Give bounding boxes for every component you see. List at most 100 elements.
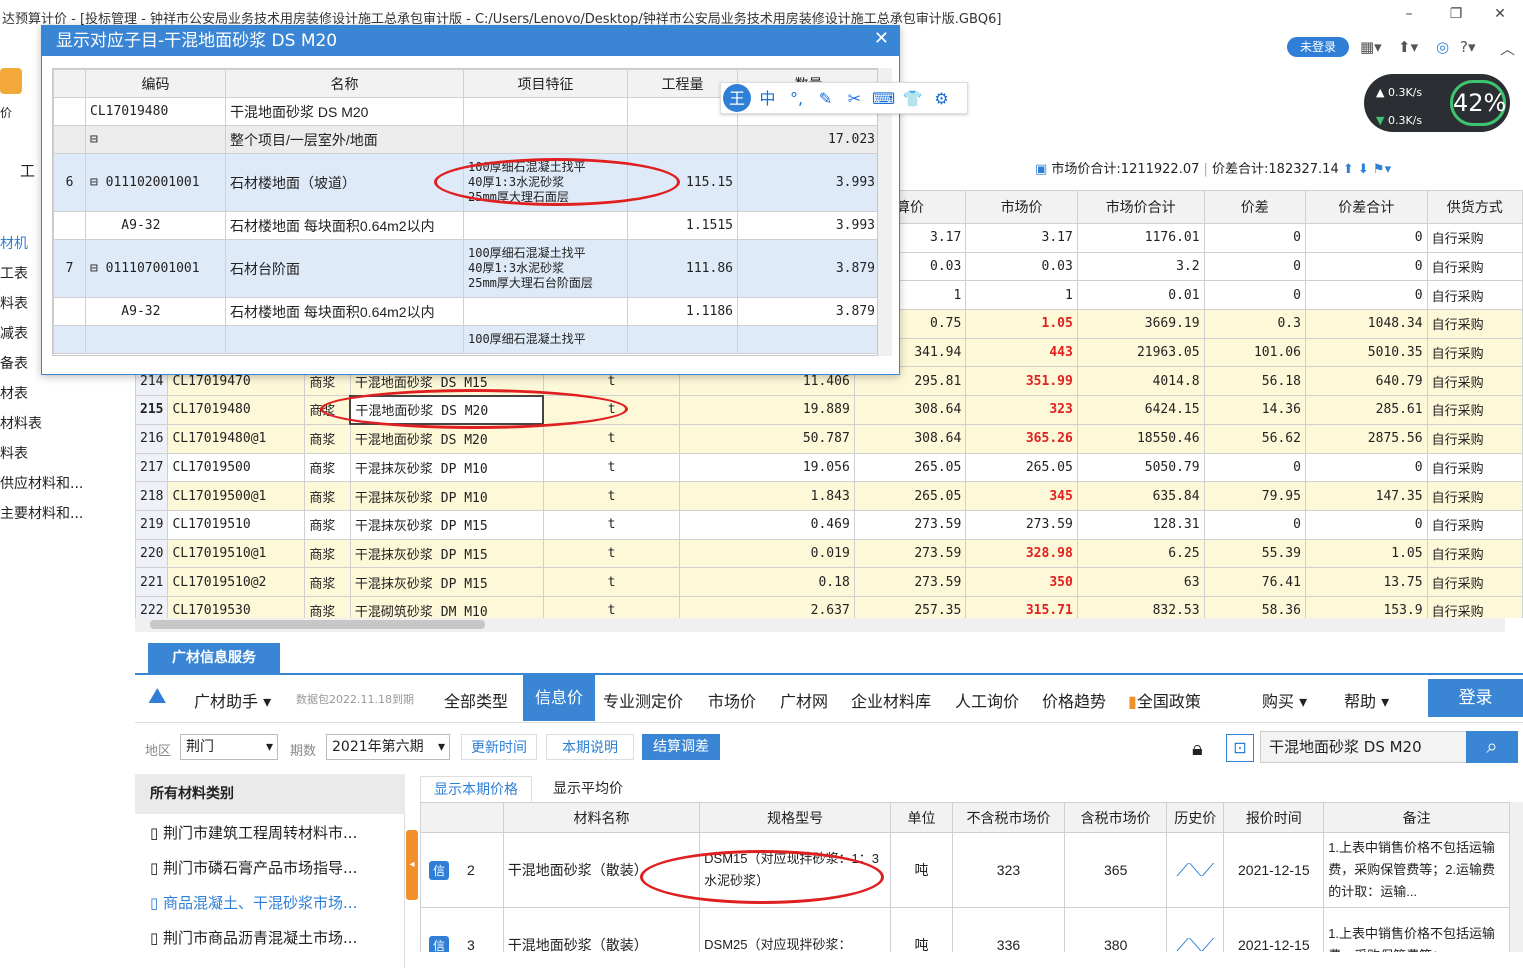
unlock-icon[interactable]: ⊡ (1226, 734, 1254, 762)
skin-icon[interactable]: 👕 (898, 84, 927, 114)
col-header[interactable]: 报价时间 (1223, 802, 1325, 833)
table-row[interactable]: 信 3 干混地面砂浆（散装） DSM25（对应现拌砂浆：吨 336 380 ⟋⟍⟋ 2021-… (420, 907, 1510, 952)
col-header[interactable]: 编码 (85, 69, 226, 98)
table-row[interactable]: 100厚细石混凝土找平 (53, 325, 877, 354)
left-nav-item[interactable]: 供应材料和... (0, 473, 83, 493)
login-button[interactable]: 登录 (1428, 679, 1523, 717)
table-row[interactable]: 216 CL17019480@1 商浆 干混地面砂浆 DS M20 t 50.787 308… (135, 423, 1523, 454)
tab-national-policy[interactable]: ▮全国政策 (1128, 688, 1201, 712)
update-time-button[interactable]: 更新时间 (461, 734, 537, 760)
search-icon[interactable]: ⌕ (1466, 731, 1518, 763)
col-header[interactable]: 历史价 (1166, 802, 1225, 833)
col-header[interactable]: 单位 (890, 802, 953, 833)
left-nav-item[interactable]: 备表 (0, 353, 28, 373)
close-icon[interactable]: ✕ (874, 28, 889, 49)
punctuation-icon[interactable]: °, (782, 84, 811, 114)
grid-icon[interactable]: ▦▾ (1360, 38, 1382, 56)
category-item[interactable]: ▯ 荆门市建筑工程周转材料市... (150, 822, 357, 843)
minimize-icon[interactable]: – (1395, 6, 1423, 26)
collapse-icon[interactable]: ︿ (1500, 38, 1515, 59)
table-row[interactable]: ⊟ 整个项目/一层室外/地面 17.023 (53, 125, 877, 154)
tab-labor-inquiry[interactable]: 人工询价 (955, 688, 1019, 712)
col-header[interactable] (420, 802, 504, 833)
table-row[interactable]: 218 CL17019500@1 商浆 干混抹灰砂浆 DP M10 t 1.843 265.… (135, 481, 1523, 511)
left-nav-item[interactable]: 材表 (0, 383, 28, 403)
period-note-button[interactable]: 本期说明 (546, 734, 634, 760)
col-header[interactable]: 项目特征 (463, 69, 628, 98)
left-nav-item[interactable]: 主要材料和... (0, 503, 83, 523)
name-cell[interactable]: 干混砌筑砂浆 DM M10 (349, 595, 544, 618)
table-row[interactable]: 219 CL17019510 商浆 干混抹灰砂浆 DP M15 t 0.469 273.59… (135, 509, 1523, 540)
col-header[interactable]: 市场价 (965, 190, 1078, 224)
login-status-badge[interactable]: 未登录 (1287, 37, 1349, 57)
upload-icon[interactable]: ⬆▾ (1398, 38, 1418, 56)
col-header[interactable]: 备注 (1323, 802, 1510, 833)
table-row[interactable]: 221 CL17019510@2 商浆 干混抹灰砂浆 DP M15 t 0.18 273.5… (135, 567, 1523, 597)
left-nav-item[interactable]: 工表 (0, 263, 28, 283)
left-nav-item[interactable]: 材机 (0, 233, 28, 253)
collapse-handle[interactable]: ◂ (406, 830, 418, 900)
col-header[interactable]: 含税市场价 (1064, 802, 1168, 833)
tab-gc-net[interactable]: 广材网 (780, 688, 828, 712)
keyboard-icon[interactable]: ⌨ (869, 84, 898, 114)
category-item-selected[interactable]: ▯ 商品混凝土、干混砂浆市场... (150, 892, 357, 913)
vertical-scrollbar[interactable] (1510, 802, 1523, 952)
table-row[interactable]: 信 2 干混地面砂浆（散装） DSM15（对应现拌砂浆：1：3水泥砂浆）吨 323 365… (420, 832, 1510, 908)
left-nav-item[interactable]: 减表 (0, 323, 28, 343)
left-nav-item[interactable]: 材料表 (0, 413, 42, 433)
table-row[interactable]: A9-32 石材楼地面 每块面积0.64m2以内 1.1515 3.993 (53, 211, 877, 240)
tab-price-trend[interactable]: 价格趋势 (1042, 688, 1106, 712)
col-header[interactable]: 价差 (1203, 190, 1306, 224)
left-tab[interactable]: 工 (20, 160, 35, 181)
settle-adjust-button[interactable]: 结算调差 (642, 734, 720, 760)
col-header[interactable]: 不含税市场价 (951, 802, 1066, 833)
period-select[interactable]: 2021年第六期 ▾ (326, 734, 450, 760)
search-input[interactable]: 干混地面砂浆 DS M20 (1260, 731, 1470, 763)
tab-enterprise-lib[interactable]: 企业材料库 (851, 688, 931, 712)
assistant-menu[interactable]: 广材助手 ▾ (194, 688, 271, 712)
col-header[interactable]: 名称 (225, 69, 464, 98)
name-cell[interactable]: 干混抹灰砂浆 DP M15 (349, 509, 544, 540)
name-cell[interactable]: 干混抹灰砂浆 DP M10 (349, 452, 544, 483)
name-cell[interactable]: 干混抹灰砂浆 DP M10 (349, 481, 544, 511)
left-nav-item[interactable]: 料表 (0, 293, 28, 313)
history-chart-icon[interactable]: ⟋⟍⟋ (1166, 832, 1225, 908)
category-item[interactable]: ▯ 荆门市磷石膏产品市场指导... (150, 857, 357, 878)
name-cell[interactable]: 干混抹灰砂浆 DP M15 (349, 567, 544, 597)
region-select[interactable]: 荆门 ▾ (180, 734, 278, 760)
tab-buy[interactable]: 购买 ▾ (1262, 688, 1307, 712)
tab-average-price[interactable]: 显示平均价 (538, 776, 638, 802)
tab-all-types[interactable]: 全部类型 (444, 688, 508, 712)
history-chart-icon[interactable]: ⟋⟍⟋ (1166, 907, 1225, 952)
scrollbar-thumb[interactable] (150, 620, 485, 629)
lock-icon[interactable]: 🔒︎ (1192, 736, 1203, 760)
ime-logo-icon[interactable]: 王 (723, 84, 751, 112)
col-header[interactable]: 供货方式 (1426, 190, 1523, 224)
col-header[interactable]: 市场价合计 (1076, 190, 1205, 224)
table-row[interactable]: A9-32 石材楼地面 每块面积0.64m2以内 1.1186 3.879 (53, 297, 877, 326)
tab-measured-price[interactable]: 专业测定价 (603, 688, 683, 712)
restore-icon[interactable]: ❐ (1442, 6, 1470, 26)
pen-icon[interactable]: ✎ (811, 84, 840, 114)
tab-current-price[interactable]: 显示本期价格 (420, 776, 532, 802)
table-row[interactable]: 220 CL17019510@1 商浆 干混抹灰砂浆 DP M15 t 0.019 273.… (135, 538, 1523, 569)
headset-icon[interactable]: ◎ (1436, 38, 1449, 56)
help-icon[interactable]: ?▾ (1460, 38, 1476, 56)
col-header[interactable]: 价差合计 (1304, 190, 1428, 224)
settings-icon[interactable]: ⚙ (927, 84, 956, 114)
col-header[interactable]: 材料名称 (502, 802, 701, 833)
scissors-icon[interactable]: ✂ (840, 84, 869, 114)
tab-help[interactable]: 帮助 ▾ (1344, 688, 1389, 712)
tab-info-price[interactable]: 信息价 (523, 675, 595, 721)
table-row[interactable]: 217 CL17019500 商浆 干混抹灰砂浆 DP M10 t 19.056 265.0… (135, 452, 1523, 483)
left-nav-item[interactable]: 料表 (0, 443, 28, 463)
table-row[interactable]: 222 CL17019530 商浆 干混砌筑砂浆 DM M10 t 2.637 257.35… (135, 595, 1523, 618)
tab-market-price[interactable]: 市场价 (708, 688, 756, 712)
chinese-mode-icon[interactable]: 中 (753, 84, 782, 114)
service-tab[interactable]: 广材信息服务 (148, 643, 280, 673)
col-header[interactable]: 规格型号 (699, 802, 892, 833)
category-item[interactable]: ▯ 荆门市商品沥青混凝土市场... (150, 927, 357, 948)
table-row[interactable]: 7 ⊟ 011107001001 石材台阶面 100厚细石混凝土找平 40厚1:3水泥… (53, 239, 877, 298)
close-icon[interactable]: ✕ (1486, 6, 1514, 26)
name-cell[interactable]: 干混抹灰砂浆 DP M15 (349, 538, 544, 569)
